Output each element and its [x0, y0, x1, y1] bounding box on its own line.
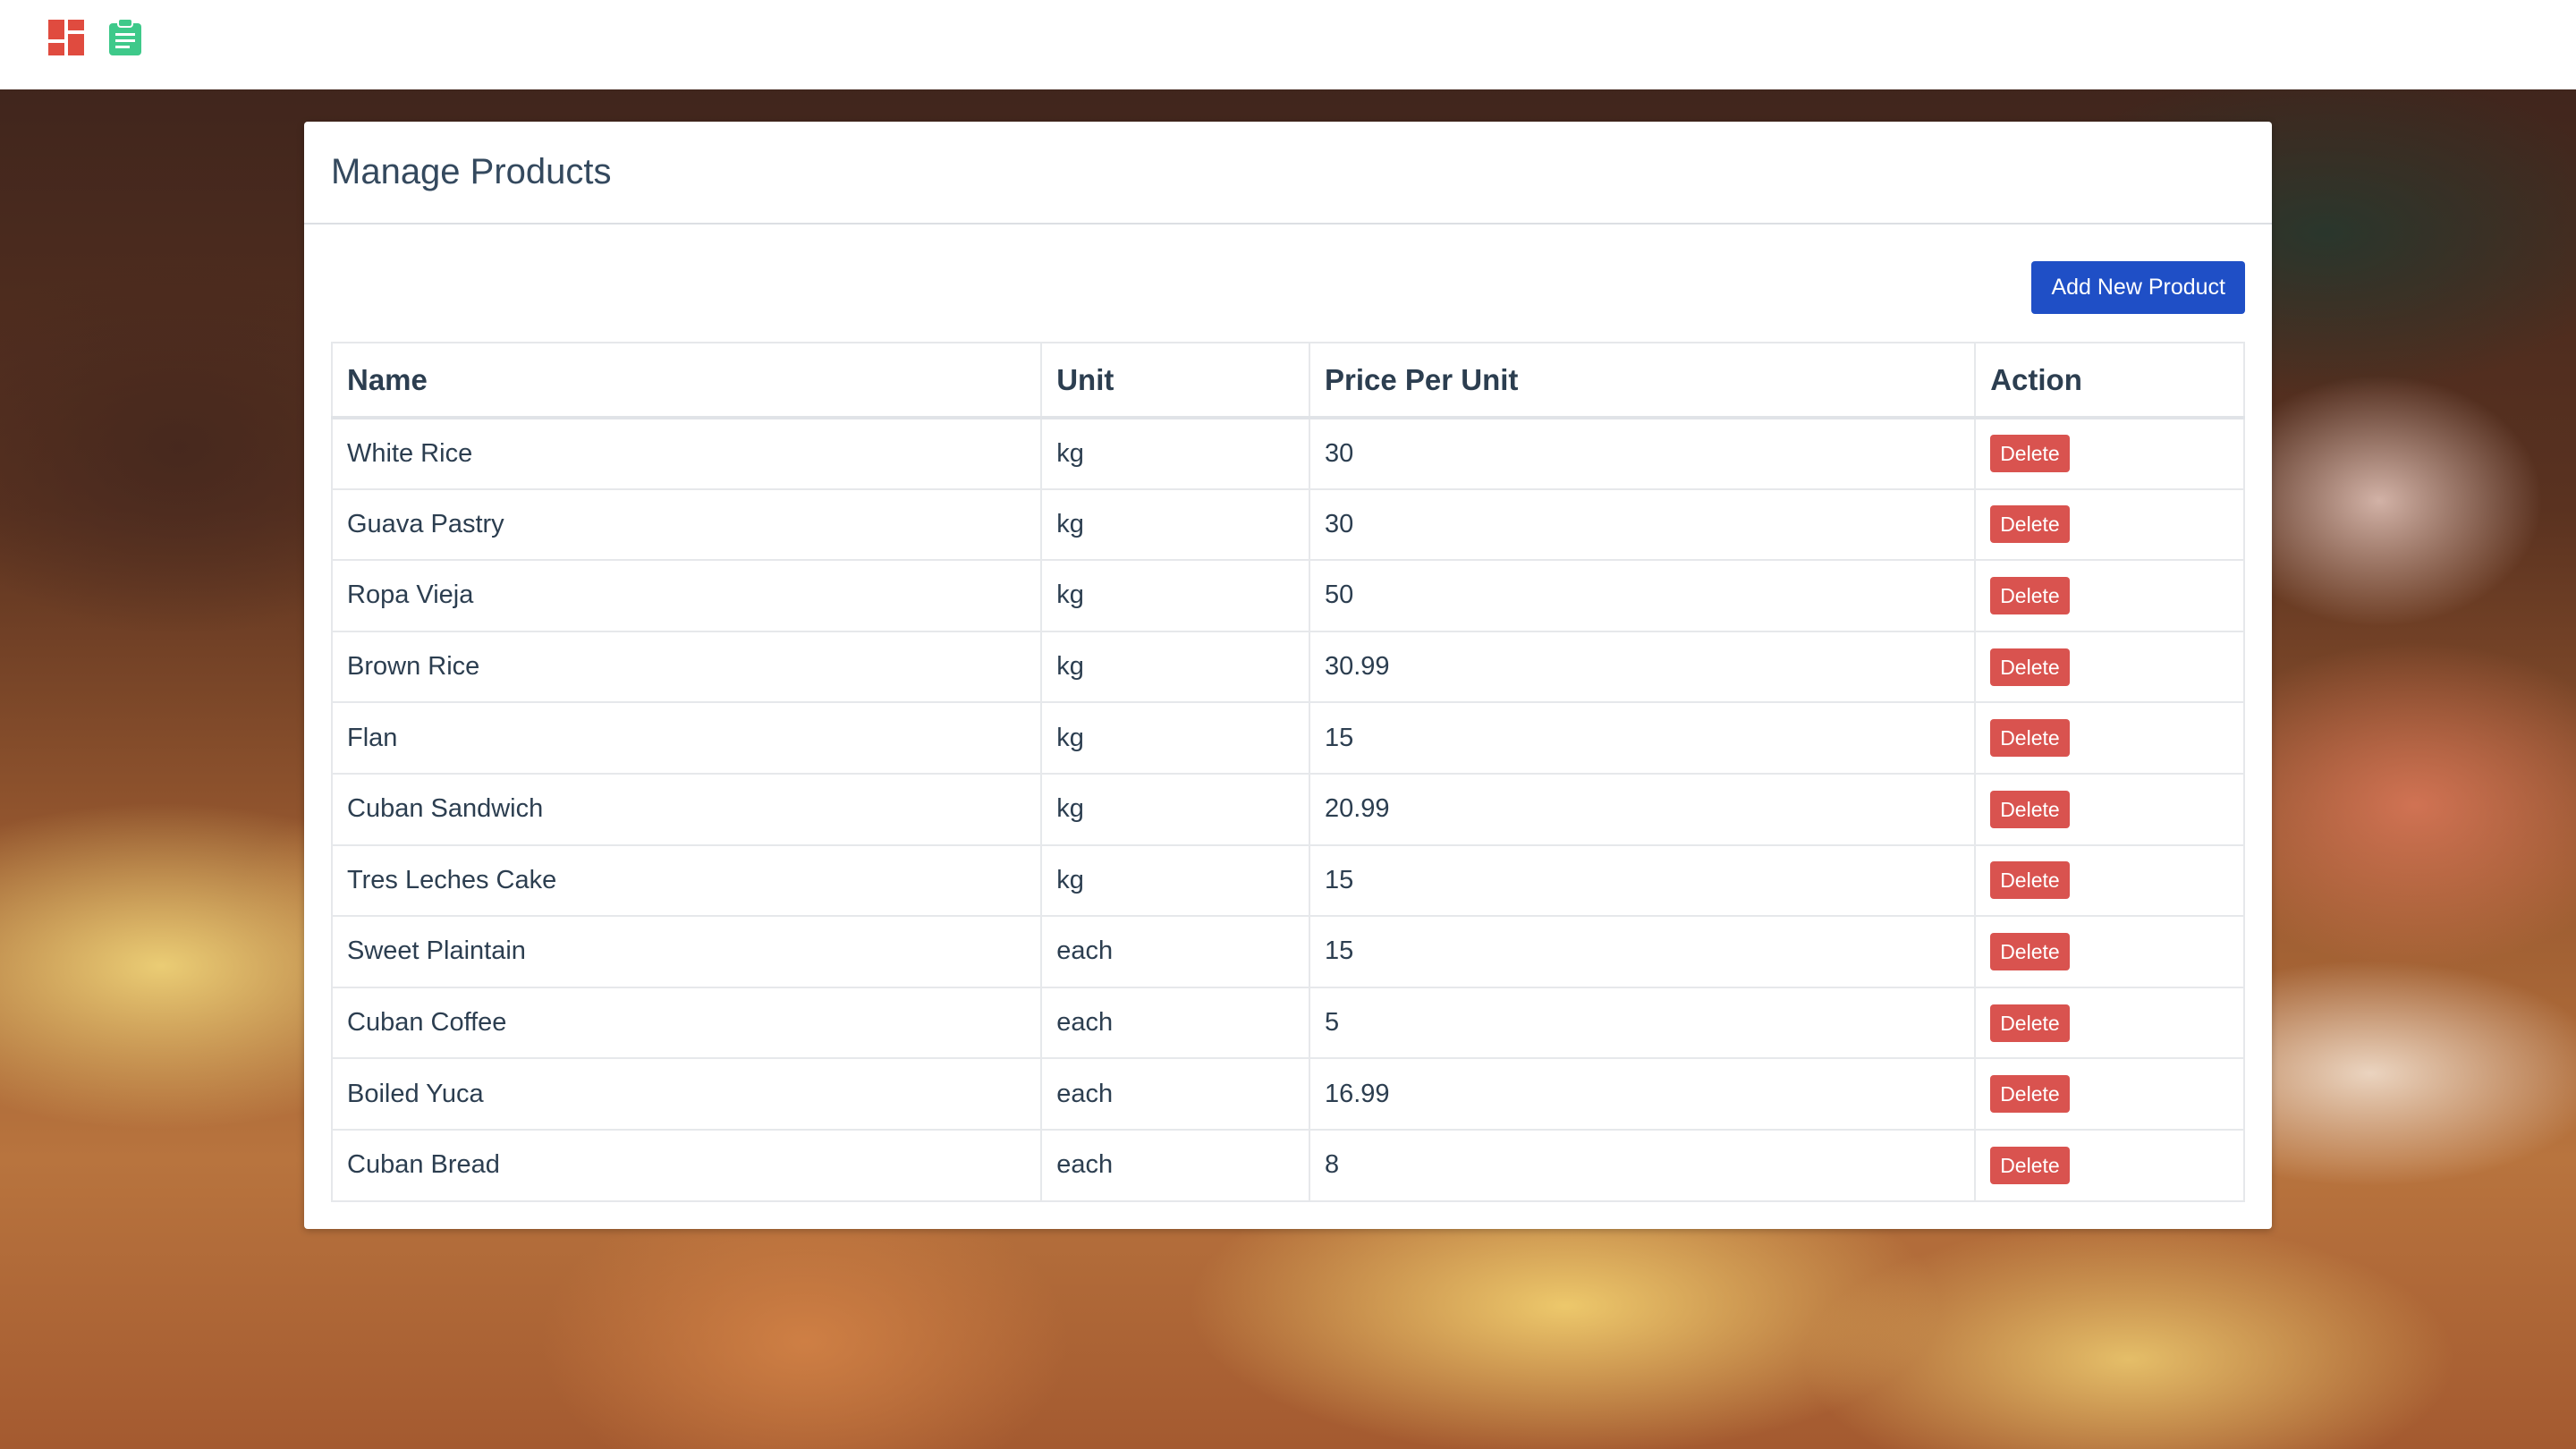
product-action-cell: Delete: [1974, 772, 2245, 846]
product-unit-cell: kg: [1040, 487, 1310, 562]
delete-button[interactable]: Delete: [1990, 861, 2070, 900]
table-row: Cuban Bread each 8 Delete: [330, 1128, 2245, 1202]
product-action-cell: Delete: [1974, 559, 2245, 632]
product-unit-cell: kg: [1040, 701, 1310, 775]
delete-button[interactable]: Delete: [1990, 932, 2070, 970]
product-action-cell: Delete: [1974, 1128, 2245, 1202]
panel-header: Manage Products: [304, 122, 2272, 225]
product-name-cell: Boiled Yuca: [330, 1057, 1043, 1131]
table-row: Ropa Vieja kg 50 Delete: [330, 559, 2245, 632]
product-name-cell: Cuban Bread: [330, 1128, 1043, 1202]
delete-button[interactable]: Delete: [1990, 790, 2070, 828]
product-action-cell: Delete: [1974, 417, 2245, 490]
table-row: Brown Rice kg 30.99 Delete: [330, 630, 2245, 704]
delete-button[interactable]: Delete: [1990, 505, 2070, 544]
product-price-cell: 30.99: [1308, 630, 1977, 704]
delete-button[interactable]: Delete: [1990, 648, 2070, 686]
column-header-action: Action: [1974, 342, 2245, 419]
product-unit-cell: kg: [1040, 417, 1310, 490]
product-unit-cell: kg: [1040, 559, 1310, 632]
product-price-cell: 30: [1308, 487, 1977, 562]
product-name-cell: Brown Rice: [330, 630, 1043, 704]
delete-button[interactable]: Delete: [1990, 435, 2070, 473]
product-action-cell: Delete: [1974, 701, 2245, 775]
table-row: Guava Pastry kg 30 Delete: [330, 487, 2245, 562]
table-row: Tres Leches Cake kg 15 Delete: [330, 843, 2245, 918]
product-action-cell: Delete: [1974, 915, 2245, 988]
top-navbar: [0, 0, 2576, 89]
table-row: Cuban Sandwich kg 20.99 Delete: [330, 772, 2245, 846]
product-name-cell: Tres Leches Cake: [330, 843, 1043, 918]
table-row: Sweet Plaintain each 15 Delete: [330, 915, 2245, 988]
delete-button[interactable]: Delete: [1990, 576, 2070, 614]
delete-button[interactable]: Delete: [1990, 719, 2070, 758]
product-name-cell: Cuban Coffee: [330, 986, 1043, 1060]
product-name-cell: Cuban Sandwich: [330, 772, 1043, 846]
table-header-row: Name Unit Price Per Unit Action: [330, 342, 2245, 419]
column-header-name[interactable]: Name: [330, 342, 1043, 419]
product-action-cell: Delete: [1974, 843, 2245, 918]
product-price-cell: 50: [1308, 559, 1977, 632]
product-name-cell: White Rice: [330, 417, 1043, 490]
product-price-cell: 15: [1308, 701, 1977, 775]
product-unit-cell: kg: [1040, 630, 1310, 704]
table-row: Boiled Yuca each 16.99 Delete: [330, 1057, 2245, 1131]
product-unit-cell: each: [1040, 915, 1310, 988]
products-table: Name Unit Price Per Unit Action White Ri…: [330, 342, 2245, 1202]
dashboard-icon[interactable]: [47, 18, 86, 57]
product-name-cell: Sweet Plaintain: [330, 915, 1043, 988]
product-unit-cell: each: [1040, 986, 1310, 1060]
product-action-cell: Delete: [1974, 630, 2245, 704]
product-price-cell: 5: [1308, 986, 1977, 1060]
product-price-cell: 20.99: [1308, 772, 1977, 846]
manage-products-panel: Manage Products Add New Product Name Uni…: [304, 122, 2272, 1229]
product-price-cell: 16.99: [1308, 1057, 1977, 1131]
product-name-cell: Flan: [330, 701, 1043, 775]
delete-button[interactable]: Delete: [1990, 1075, 2070, 1114]
table-row: Cuban Coffee each 5 Delete: [330, 986, 2245, 1060]
page-title: Manage Products: [331, 152, 612, 191]
add-new-product-button[interactable]: Add New Product: [2031, 261, 2245, 314]
product-unit-cell: each: [1040, 1057, 1310, 1131]
product-name-cell: Ropa Vieja: [330, 559, 1043, 632]
product-action-cell: Delete: [1974, 986, 2245, 1060]
table-row: Flan kg 15 Delete: [330, 701, 2245, 775]
delete-button[interactable]: Delete: [1990, 1004, 2070, 1042]
table-row: White Rice kg 30 Delete: [330, 417, 2245, 490]
product-action-cell: Delete: [1974, 487, 2245, 562]
column-header-unit[interactable]: Unit: [1040, 342, 1310, 419]
column-header-price[interactable]: Price Per Unit: [1308, 342, 1977, 419]
clipboard-icon[interactable]: [106, 18, 145, 57]
product-unit-cell: each: [1040, 1128, 1310, 1202]
product-price-cell: 15: [1308, 843, 1977, 918]
product-price-cell: 30: [1308, 417, 1977, 490]
product-unit-cell: kg: [1040, 843, 1310, 918]
product-price-cell: 15: [1308, 915, 1977, 988]
product-action-cell: Delete: [1974, 1057, 2245, 1131]
delete-button[interactable]: Delete: [1990, 1146, 2070, 1184]
product-name-cell: Guava Pastry: [330, 487, 1043, 562]
product-unit-cell: kg: [1040, 772, 1310, 846]
product-price-cell: 8: [1308, 1128, 1977, 1202]
